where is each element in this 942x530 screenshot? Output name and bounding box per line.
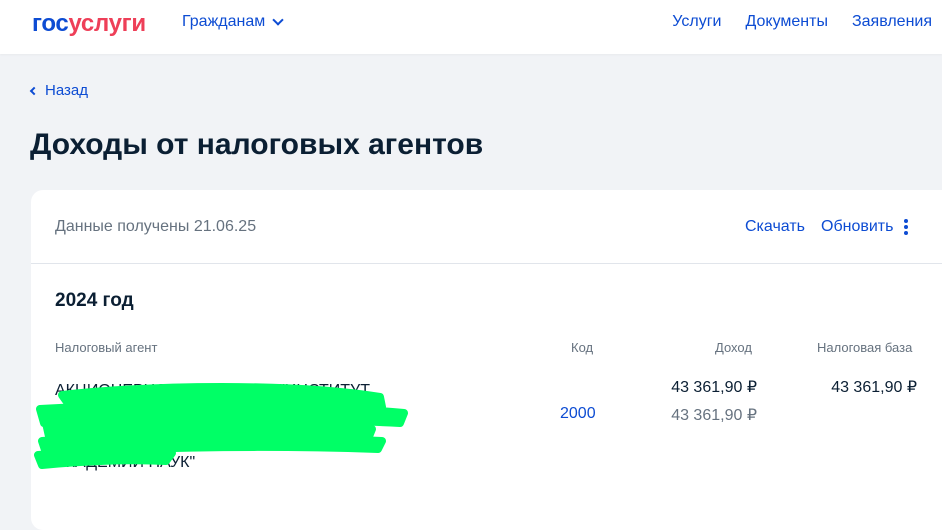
data-received-date: Данные получены 21.06.25: [55, 218, 257, 235]
column-header-code: Код: [571, 340, 594, 355]
tax-agent-name-line: АКЦИОНЕРНОЕ ОБЩЕСТВО "ИНСТИТУТ: [55, 382, 370, 399]
card-actions: Скачать Обновить: [745, 218, 909, 236]
card-header: Данные получены 21.06.25 Скачать Обновит…: [31, 190, 942, 264]
tax-base-value: 43 361,90 ₽: [831, 379, 917, 396]
nav-link-documents[interactable]: Документы: [745, 13, 827, 31]
tax-agent-name-line: АКАДЕМИИ НАУК": [55, 454, 196, 471]
tax-agent-name-line: РОССИЙСКОЙ: [173, 430, 287, 447]
income-code-link[interactable]: 2000: [560, 405, 596, 423]
column-header-income: Доход: [715, 340, 752, 355]
chevron-left-icon: [29, 86, 39, 95]
logo-part-gos: гос: [32, 10, 69, 37]
income-card: Данные получены 21.06.25 Скачать Обновит…: [31, 190, 942, 530]
back-link-label: Назад: [45, 82, 88, 99]
logo-part-uslugi: услуги: [68, 10, 146, 37]
page-title: Доходы от налоговых агентов: [30, 128, 484, 161]
year-heading: 2024 год: [55, 290, 134, 311]
nav-link-services[interactable]: Услуги: [672, 13, 721, 31]
code-income-value: 43 361,90 ₽: [671, 407, 757, 424]
tax-agent-name-redacted-line: [55, 403, 435, 427]
kebab-menu-icon[interactable]: [904, 218, 909, 236]
citizens-dropdown[interactable]: Гражданам: [182, 13, 284, 31]
site-header: госуслуги Гражданам Услуги Документы Зая…: [0, 0, 942, 54]
column-header-tax-base: Налоговая база: [817, 340, 913, 355]
download-button[interactable]: Скачать: [745, 218, 805, 236]
tax-agent-name: АКЦИОНЕРНОЕ ОБЩЕСТВО "ИНСТИТУТ РОССИЙСКО…: [55, 379, 435, 475]
back-link[interactable]: Назад: [29, 82, 88, 99]
column-header-agent: Налоговый агент: [55, 340, 158, 355]
nav-link-applications[interactable]: Заявления: [852, 13, 932, 31]
top-nav: Услуги Документы Заявления: [648, 13, 932, 31]
chevron-down-icon: [272, 13, 284, 26]
citizens-dropdown-label: Гражданам: [182, 13, 266, 30]
total-income-value: 43 361,90 ₽: [671, 379, 757, 396]
refresh-button[interactable]: Обновить: [821, 218, 893, 236]
gosuslugi-logo[interactable]: госуслуги: [32, 10, 146, 38]
